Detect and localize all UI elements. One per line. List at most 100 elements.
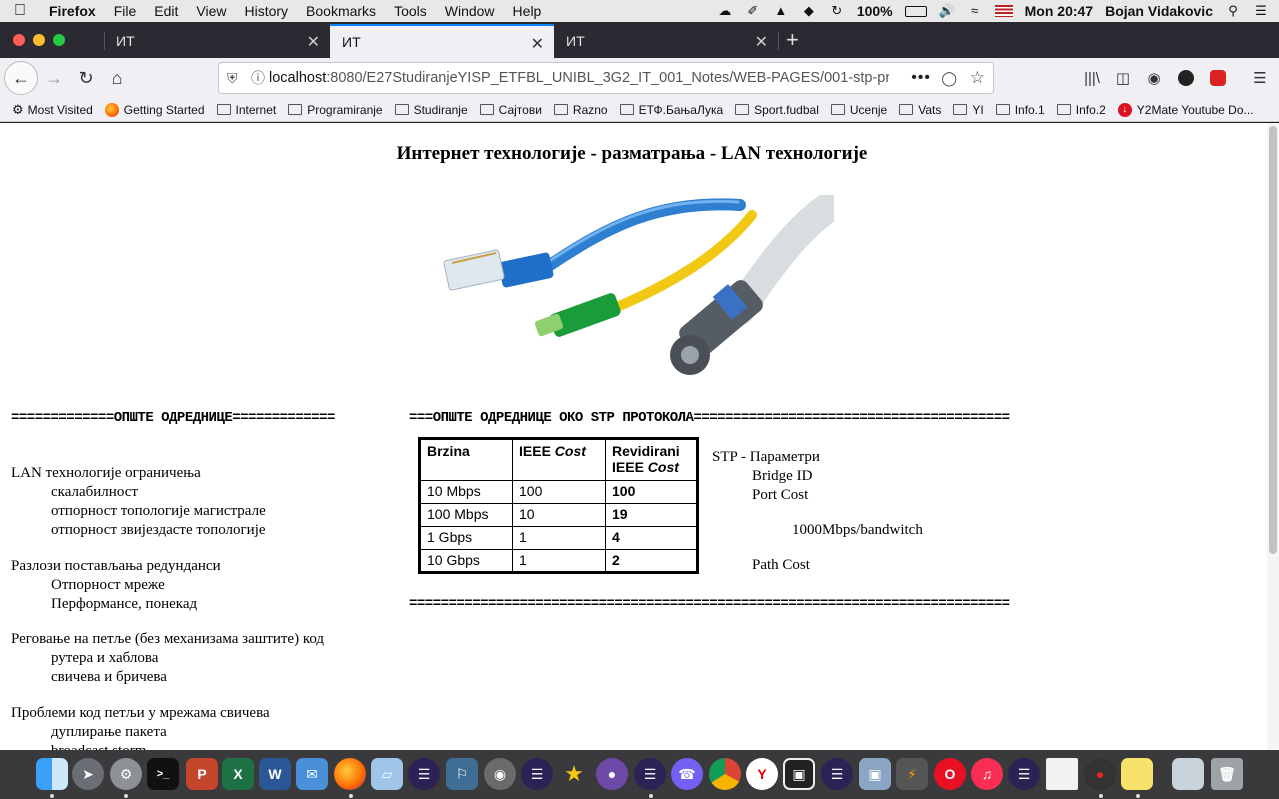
menu-app[interactable]: Firefox [40, 3, 105, 19]
battery-icon[interactable] [904, 5, 927, 17]
chrome-icon[interactable] [709, 758, 741, 790]
bookmark-folder-yi[interactable]: YI [953, 103, 984, 117]
home-button[interactable]: ⌂ [103, 64, 131, 92]
bookmark-folder-vats[interactable]: Vats [899, 103, 941, 117]
new-tab-button[interactable]: + [786, 27, 799, 53]
viber-icon[interactable]: ☎ [671, 758, 703, 790]
eclipse-icon-4[interactable]: ☰ [821, 758, 853, 790]
eclipse-icon[interactable]: ☰ [408, 758, 440, 790]
pocket-icon[interactable]: ◯ [941, 70, 957, 87]
tracking-shield-icon[interactable]: ⛨ [227, 70, 247, 87]
bookmark-folder-razno[interactable]: Razno [553, 103, 608, 117]
bookmark-folder-sajtovi[interactable]: Сајтови [479, 103, 542, 117]
sync-icon[interactable]: ↻ [829, 4, 845, 18]
scrollbar-thumb[interactable] [1269, 126, 1277, 554]
app-menu-icon[interactable]: ☰ [1248, 66, 1272, 90]
status-icon[interactable]: ▲ [773, 4, 789, 18]
eclipse-icon-2[interactable]: ☰ [521, 758, 553, 790]
powerpoint-icon[interactable]: P [186, 758, 218, 790]
bookmark-folder-ucenje[interactable]: Ucenje [830, 103, 887, 117]
eclipse-icon-5[interactable]: ☰ [1008, 758, 1040, 790]
star-app-icon[interactable]: ★ [558, 758, 590, 790]
wifi-icon[interactable]: ≈ [967, 4, 983, 18]
menu-view[interactable]: View [187, 3, 235, 19]
bookmark-folder-programiranje[interactable]: Programiranje [288, 103, 383, 117]
excel-icon[interactable]: X [222, 758, 254, 790]
yandex-icon[interactable]: Y [746, 758, 778, 790]
elephant-app-icon[interactable]: ◉ [484, 758, 516, 790]
url-text[interactable]: localhost:8080/E27StudiranjeYISP_ETFBL_U… [269, 70, 889, 86]
forward-button[interactable]: → [40, 64, 68, 92]
opera-icon[interactable]: O [934, 758, 966, 790]
reload-button[interactable]: ↻ [72, 64, 100, 92]
close-window-button[interactable] [13, 34, 25, 46]
utility-icon[interactable]: ⚡ [896, 758, 928, 790]
bookmark-folder-internet[interactable]: Internet [216, 103, 276, 117]
zoom-window-button[interactable] [53, 34, 65, 46]
trash-icon[interactable]: 🗑 [1211, 758, 1243, 790]
menu-edit[interactable]: Edit [145, 3, 187, 19]
apple-icon[interactable]:  [0, 2, 40, 20]
clock[interactable]: Mon 20:47 [1025, 3, 1093, 19]
page-actions-icon[interactable]: ••• [911, 69, 931, 87]
downloads-stack-icon[interactable] [1172, 758, 1204, 790]
tab-3[interactable]: ИТ ✕ [554, 24, 778, 58]
extension-icon[interactable] [1174, 66, 1198, 90]
menu-help[interactable]: Help [504, 3, 551, 19]
url-bar[interactable]: ⛨ ⓘ localhost:8080/E27StudiranjeYISP_ETF… [218, 62, 994, 94]
menu-tools[interactable]: Tools [385, 3, 436, 19]
bookmark-folder-etf[interactable]: ЕТФ.БањаЛука [619, 103, 723, 117]
cloud-icon[interactable]: ☁ [717, 4, 733, 18]
page-scrollbar[interactable] [1267, 123, 1279, 750]
site-info-icon[interactable]: ⓘ [247, 68, 269, 88]
github-icon[interactable]: ● [596, 758, 628, 790]
bookmark-getting-started[interactable]: Getting Started [104, 102, 205, 117]
close-tab-icon[interactable]: ✕ [531, 34, 544, 54]
adblock-icon[interactable] [1206, 66, 1230, 90]
volume-icon[interactable]: 🔊 [939, 4, 955, 18]
bookmark-folder-studiranje[interactable]: Studiranje [394, 103, 468, 117]
finder-icon[interactable] [36, 758, 68, 790]
flag-icon[interactable] [994, 5, 1013, 17]
spotlight-search-icon[interactable]: ⚲ [1225, 4, 1241, 18]
sidebar-icon[interactable]: ◫ [1111, 66, 1135, 90]
preview-icon[interactable]: ▣ [859, 758, 891, 790]
bookmark-most-visited[interactable]: ⚙ Most Visited [12, 102, 93, 118]
tab-1[interactable]: ИТ ✕ [104, 24, 330, 58]
terminal-icon[interactable]: >_ [147, 758, 179, 790]
document-icon[interactable] [1046, 758, 1078, 790]
launchpad-icon[interactable]: ➤ [72, 758, 104, 790]
menu-file[interactable]: File [105, 3, 146, 19]
system-preferences-icon[interactable]: ⚙ [110, 758, 142, 790]
bookmark-folder-info2[interactable]: Info.2 [1056, 103, 1106, 117]
bookmark-folder-sport[interactable]: Sport.fudbal [735, 103, 819, 117]
music-icon[interactable]: ♫ [971, 758, 1003, 790]
bookmark-star-icon[interactable]: ☆ [970, 68, 985, 88]
app-cube-icon[interactable]: ▱ [371, 758, 403, 790]
minimize-window-button[interactable] [33, 34, 45, 46]
close-tab-icon[interactable]: ✕ [307, 32, 320, 52]
feather-icon[interactable]: ✐ [745, 4, 761, 18]
account-icon[interactable]: ◉ [1142, 66, 1166, 90]
menu-window[interactable]: Window [436, 3, 504, 19]
table-cell: 4 [605, 526, 698, 550]
cube-icon[interactable]: ◆ [801, 4, 817, 18]
bookmark-y2mate[interactable]: ↓ Y2Mate Youtube Do... [1117, 102, 1254, 117]
eclipse-icon-3[interactable]: ☰ [634, 758, 666, 790]
library-icon[interactable]: |||\ [1080, 66, 1104, 90]
menu-history[interactable]: History [235, 3, 297, 19]
close-tab-icon[interactable]: ✕ [755, 32, 768, 52]
window-app-icon[interactable]: ▣ [783, 758, 815, 790]
mysql-workbench-icon[interactable]: ⚐ [446, 758, 478, 790]
notification-list-icon[interactable]: ☰ [1253, 4, 1269, 18]
record-icon[interactable]: ● [1084, 758, 1116, 790]
mail-icon[interactable]: ✉ [296, 758, 328, 790]
stickies-icon[interactable] [1121, 758, 1153, 790]
user-name[interactable]: Bojan Vidakovic [1105, 3, 1213, 19]
menu-bookmarks[interactable]: Bookmarks [297, 3, 385, 19]
tab-2[interactable]: ИТ ✕ [330, 24, 554, 58]
back-button[interactable]: ← [4, 61, 38, 95]
bookmark-folder-info1[interactable]: Info.1 [995, 103, 1045, 117]
firefox-dock-icon[interactable] [334, 758, 366, 790]
word-icon[interactable]: W [259, 758, 291, 790]
